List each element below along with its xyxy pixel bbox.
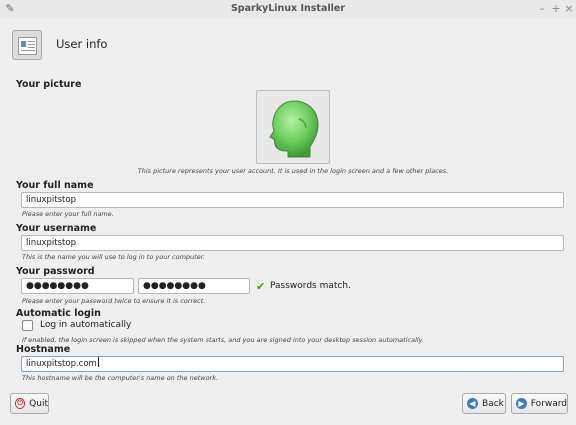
checkmark-icon: ✔ (256, 280, 266, 293)
avatar-picture-button[interactable] (256, 90, 330, 164)
full-name-field[interactable]: linuxpitstop (21, 192, 564, 208)
maximize-button[interactable]: + (550, 2, 562, 16)
page-title: User info (56, 37, 108, 51)
password-label: Your password (16, 266, 95, 277)
password-status: Passwords match. (270, 281, 351, 291)
hostname-value: linuxpitstop.com (26, 359, 97, 369)
username-hint: This is the name you will use to log in … (22, 253, 205, 261)
back-button[interactable]: ◀ Back (462, 393, 506, 414)
full-name-label: Your full name (16, 180, 94, 191)
password-confirm-field[interactable]: ●●●●●●●● (138, 278, 250, 294)
forward-button[interactable]: ▶ Forward (511, 393, 568, 414)
green-head-avatar-icon (269, 100, 319, 158)
password-hint: Please enter your password twice to ensu… (22, 297, 206, 305)
minimize-button[interactable]: – (536, 2, 548, 16)
password-field[interactable]: ●●●●●●●● (21, 278, 134, 294)
autologin-heading: Automatic login (16, 308, 101, 319)
hostname-field[interactable]: linuxpitstop.com (21, 356, 564, 372)
user-info-card-icon (12, 30, 42, 60)
window-titlebar: ✎ SparkyLinux Installer – + × (0, 0, 576, 18)
hostname-hint: This hostname will be the computer's nam… (22, 374, 219, 382)
page-header: User info (0, 18, 576, 68)
picture-heading: Your picture (16, 79, 82, 90)
close-button[interactable]: × (563, 2, 575, 16)
autologin-hint: If enabled, the login screen is skipped … (22, 336, 425, 344)
window-title: SparkyLinux Installer (230, 3, 346, 14)
autologin-checkbox-label[interactable]: Log in automatically (40, 320, 131, 330)
username-label: Your username (16, 223, 97, 234)
power-icon: ⏻ (15, 398, 26, 409)
autologin-checkbox[interactable] (22, 320, 33, 331)
hostname-label: Hostname (16, 344, 71, 355)
forward-label: Forward (530, 398, 567, 409)
arrow-left-icon: ◀ (467, 398, 478, 409)
quit-button[interactable]: ⏻ Quit (10, 393, 49, 414)
text-caret (97, 357, 99, 367)
back-label: Back (482, 398, 504, 409)
username-field[interactable]: linuxpitstop (21, 235, 564, 251)
arrow-right-icon: ▶ (516, 398, 527, 409)
picture-caption: This picture represents your user accoun… (137, 167, 449, 175)
quit-label: Quit (29, 398, 48, 409)
full-name-hint: Please enter your full name. (22, 210, 114, 218)
